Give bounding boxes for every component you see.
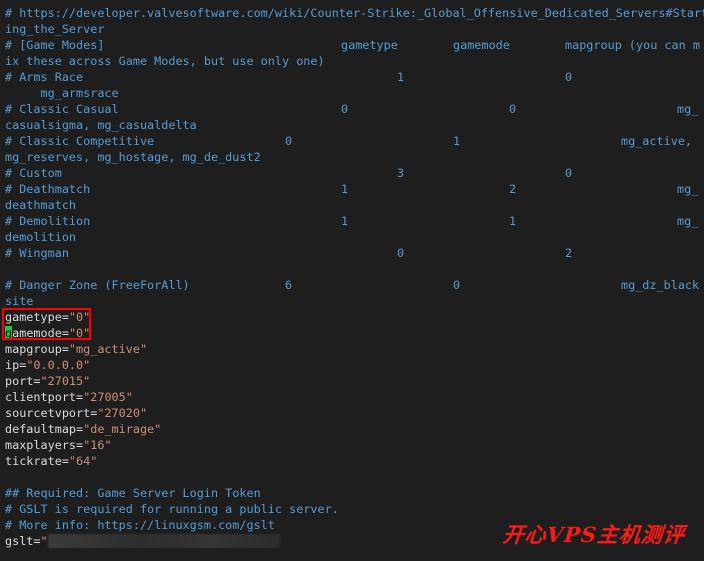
mode-gametype-deathmatch: 1: [341, 182, 349, 196]
setting-value: "64": [68, 454, 98, 468]
mode-name-demolition: # Demolition: [5, 214, 91, 228]
mode-gametype-classic-competitive: 0: [285, 134, 293, 148]
game-modes-note: ix these across Game Modes, but use only…: [5, 54, 325, 68]
setting-key: mapgroup=: [5, 342, 69, 356]
mode-mapgroup-b-classic-competitive: mg_reserves, mg_hostage, mg_de_dust2: [5, 150, 261, 164]
setting-key: port=: [5, 374, 41, 388]
mode-gametype-wingman: 0: [397, 246, 405, 260]
mode-gametype-arms-race: 1: [397, 70, 405, 84]
mode-name-danger-zone: # Danger Zone (FreeForAll): [5, 278, 190, 292]
setting-clientport[interactable]: clientport="27005": [5, 389, 133, 405]
game-modes-header-line: # [Game Modes]: [5, 37, 104, 53]
setting-value: "27015": [40, 374, 91, 388]
setting-value: "de_mirage": [83, 422, 162, 436]
column-gametype: gametype: [341, 38, 398, 52]
setting-value: "27005": [83, 390, 133, 404]
game-modes-header: # [Game Modes]: [5, 38, 105, 52]
gslt-comment-info: # More info: https://linuxgsm.com/gslt: [5, 518, 275, 532]
highlight-box: [2, 308, 91, 340]
mode-mapgroup-b-demolition: demolition: [5, 230, 77, 244]
setting-sourcetvport[interactable]: sourcetvport="27020": [5, 405, 147, 421]
mode-gamemode-arms-race: 0: [565, 70, 573, 84]
setting-key: ip=: [5, 358, 27, 372]
setting-value: "0.0.0.0": [26, 358, 91, 372]
gslt-comment-public: # GSLT is required for running a public …: [5, 502, 339, 516]
watermark-logo: 开心VPS主机测评: [501, 522, 687, 547]
mode-gametype-danger-zone: 6: [285, 278, 293, 292]
column-gamemode: gamemode: [453, 38, 510, 52]
setting-value: "27020": [97, 406, 148, 420]
setting-defaultmap[interactable]: defaultmap="de_mirage": [5, 421, 161, 437]
mode-name-deathmatch: # Deathmatch: [5, 182, 91, 196]
mode-mapgroup-b-deathmatch: deathmatch: [5, 198, 77, 212]
setting-tickrate[interactable]: tickrate="64": [5, 453, 97, 469]
setting-key: sourcetvport=: [5, 406, 98, 420]
mode-mapgroup-a-demolition: mg_: [677, 214, 699, 228]
setting-ip[interactable]: ip="0.0.0.0": [5, 357, 90, 373]
gslt-open-quote: ": [40, 534, 48, 548]
mode-gametype-custom: 3: [397, 166, 405, 180]
mode-name-arms-race: # Arms Race: [5, 70, 84, 84]
mode-name-custom: # Custom: [5, 166, 62, 180]
mode-gametype-demolition: 1: [341, 214, 349, 228]
mode-mapgroup-arms-race: mg_armsrace: [5, 86, 119, 100]
setting-mapgroup[interactable]: mapgroup="mg_active": [5, 341, 147, 357]
setting-port[interactable]: port="27015": [5, 373, 90, 389]
column-mapgroup: mapgroup (you can m: [565, 38, 700, 52]
mode-gamemode-deathmatch: 2: [509, 182, 517, 196]
mode-mapgroup-b-classic-casual: casualsigma, mg_casualdelta: [5, 118, 197, 132]
mode-gamemode-danger-zone: 0: [453, 278, 461, 292]
setting-maxplayers[interactable]: maxplayers="16": [5, 437, 112, 453]
mode-mapgroup-b-danger-zone: site: [5, 294, 34, 308]
mode-gametype-classic-casual: 0: [341, 102, 349, 116]
gslt-comment-required: ## Required: Game Server Login Token: [5, 486, 261, 500]
mode-mapgroup-a-classic-casual: mg_: [677, 102, 699, 116]
setting-value: "mg_active": [68, 342, 148, 356]
mode-gamemode-demolition: 1: [509, 214, 517, 228]
mode-gamemode-wingman: 2: [565, 246, 573, 260]
setting-gslt[interactable]: gslt=": [5, 533, 280, 549]
mode-name-wingman: # Wingman: [5, 246, 69, 260]
mode-name-classic-casual: # Classic Casual: [5, 102, 119, 116]
terminal-editor[interactable]: # https://developer.valvesoftware.com/wi…: [0, 0, 704, 561]
url-comment-line-2: ing_the_Server: [5, 22, 105, 36]
mode-mapgroup-a-danger-zone: mg_dz_black: [621, 278, 700, 292]
url-comment-line-1: # https://developer.valvesoftware.com/wi…: [5, 6, 704, 20]
mode-mapgroup-a-deathmatch: mg_: [677, 182, 699, 196]
setting-value: "16": [83, 438, 112, 452]
mode-gamemode-classic-casual: 0: [509, 102, 517, 116]
setting-key: clientport=: [5, 390, 84, 404]
redacted-token: [47, 534, 280, 548]
setting-key: tickrate=: [5, 454, 69, 468]
mode-gamemode-classic-competitive: 1: [453, 134, 461, 148]
mode-name-classic-competitive: # Classic Competitive: [5, 134, 155, 148]
mode-mapgroup-a-classic-competitive: mg_active,: [621, 134, 693, 148]
setting-key: defaultmap=: [5, 422, 84, 436]
setting-key: maxplayers=: [5, 438, 84, 452]
mode-gamemode-custom: 0: [565, 166, 573, 180]
setting-key: gslt=: [5, 534, 41, 548]
